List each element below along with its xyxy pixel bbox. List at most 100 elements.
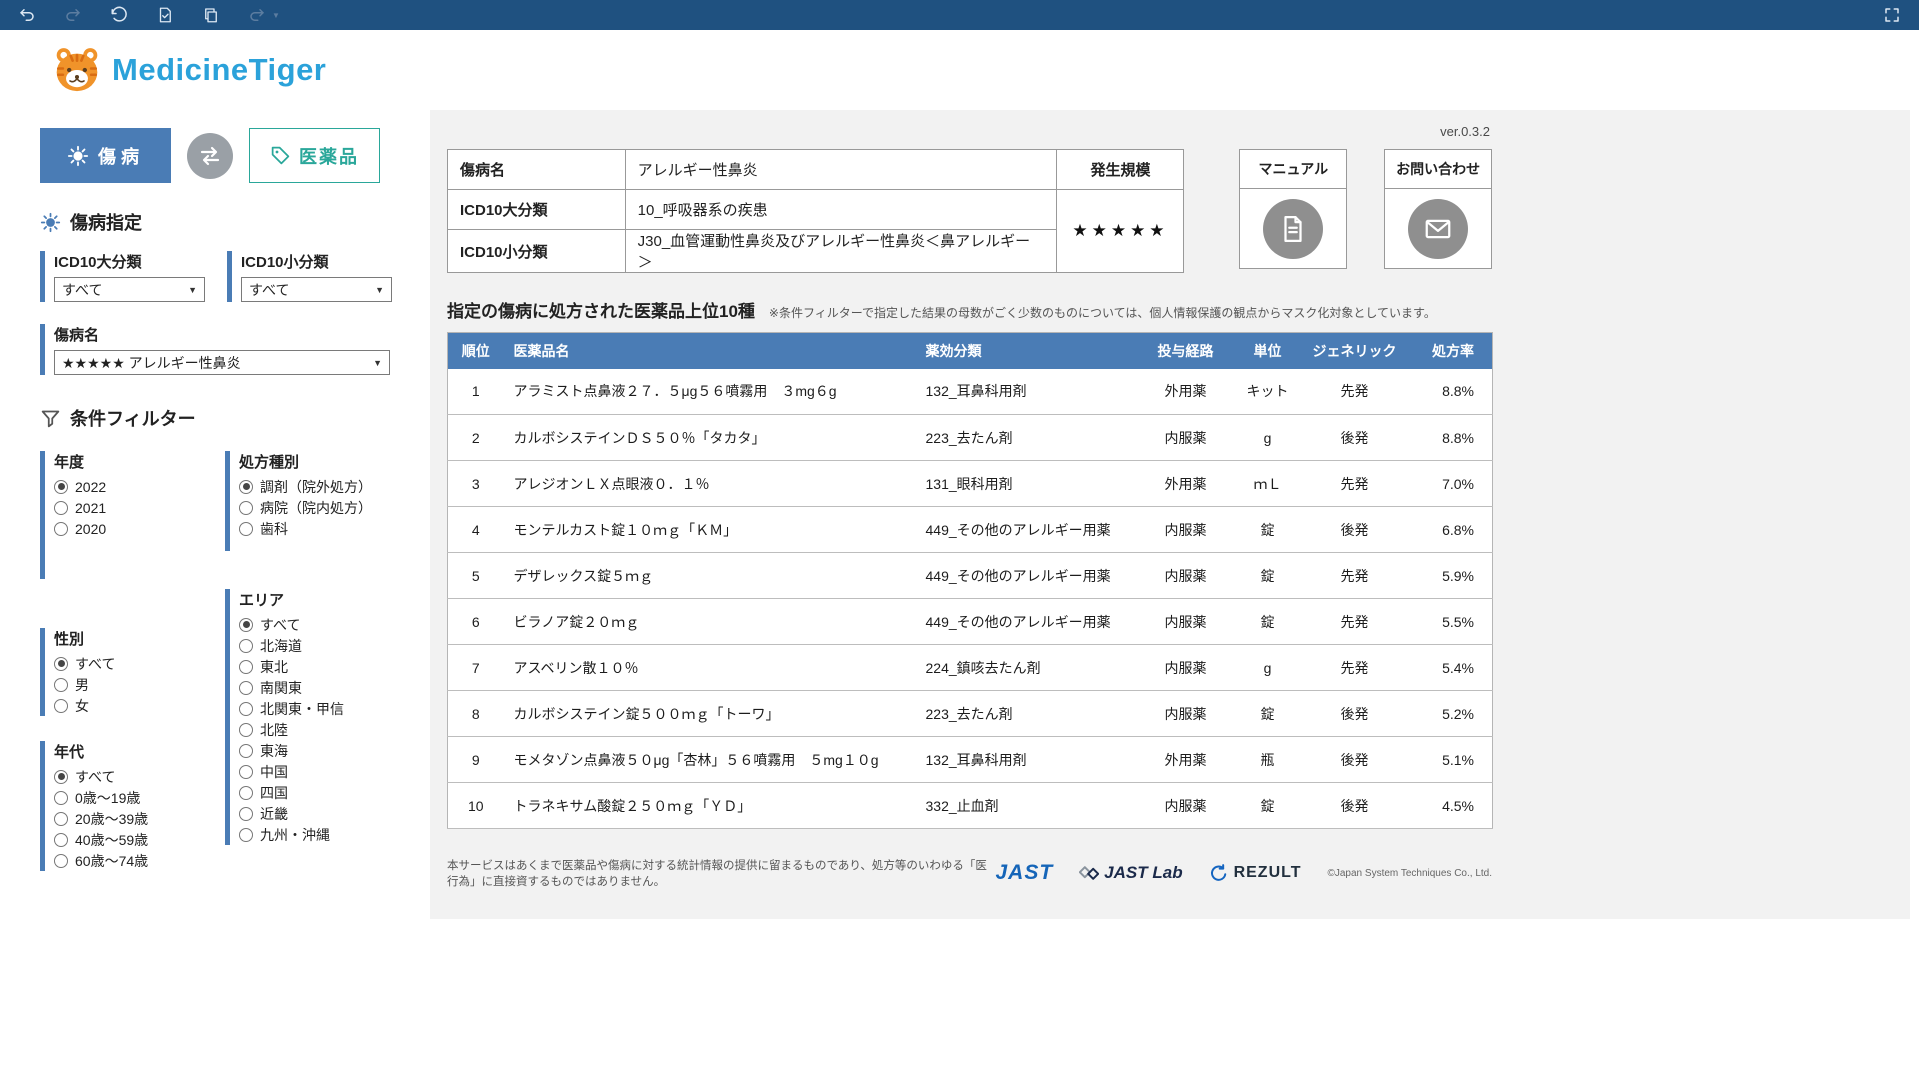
radio-option[interactable]: 近畿 (239, 803, 400, 824)
cell-efficacy-class: 131_眼科用剤 (916, 461, 1138, 507)
restore-page-icon[interactable] (154, 4, 176, 26)
radio-option[interactable]: 病院（院内処方） (239, 497, 400, 518)
radio-icon[interactable] (239, 480, 253, 494)
cell-efficacy-class: 449_その他のアレルギー用薬 (916, 507, 1138, 553)
manual-icon-circle (1263, 199, 1323, 259)
radio-option[interactable]: 南関東 (239, 677, 400, 698)
disease-name-select[interactable]: ★★★★★ アレルギー性鼻炎 ▼ (54, 350, 390, 375)
undo-history-icon[interactable] (108, 4, 130, 26)
radio-option[interactable]: 歯科 (239, 518, 400, 539)
radio-icon[interactable] (54, 522, 68, 536)
radio-option[interactable]: 東海 (239, 740, 400, 761)
radio-option[interactable]: 北陸 (239, 719, 400, 740)
app-toolbar: ▼ (0, 0, 1919, 30)
radio-option[interactable]: すべて (54, 766, 208, 787)
manual-button[interactable]: マニュアル (1239, 149, 1347, 269)
cell-generic: 先発 (1302, 461, 1408, 507)
undo-icon[interactable] (16, 4, 38, 26)
cell-rank: 5 (448, 553, 504, 599)
radio-label: すべて (260, 615, 300, 635)
medicine-mode-button[interactable]: 医薬品 (249, 128, 380, 183)
rezult-mark-icon (1209, 863, 1229, 883)
radio-icon[interactable] (239, 828, 253, 842)
radio-icon[interactable] (239, 786, 253, 800)
cell-unit: g (1234, 415, 1302, 461)
radio-icon[interactable] (239, 723, 253, 737)
table-row: 1アラミスト点鼻液２７．５μg５６噴霧用 ３mg６g132_耳鼻科用剤外用薬キッ… (448, 369, 1493, 415)
table-row: 2カルボシステインＤＳ５０％「タカタ」223_去たん剤内服薬g後発8.8% (448, 415, 1493, 461)
radio-option[interactable]: 2020 (54, 518, 208, 539)
contact-button[interactable]: お問い合わせ (1384, 149, 1492, 269)
logo-text: MedicineTiger (112, 52, 326, 88)
radio-icon[interactable] (239, 522, 253, 536)
radio-option[interactable]: 北海道 (239, 635, 400, 656)
radio-option[interactable]: 女 (54, 695, 208, 716)
radio-icon[interactable] (54, 699, 68, 713)
swap-mode-button[interactable] (187, 133, 233, 179)
radio-icon[interactable] (239, 765, 253, 779)
radio-icon[interactable] (54, 480, 68, 494)
icd10-minor-select[interactable]: すべて ▼ (241, 277, 392, 302)
radio-option[interactable]: 四国 (239, 782, 400, 803)
radio-option[interactable]: 中国 (239, 761, 400, 782)
medicine-ranking-table: 順位 医薬品名 薬効分類 投与経路 単位 ジェネリック 処方率 1アラミスト点鼻… (447, 332, 1493, 829)
radio-icon[interactable] (239, 807, 253, 821)
radio-icon[interactable] (239, 639, 253, 653)
radio-icon[interactable] (54, 812, 68, 826)
cell-unit: ｍＬ (1234, 461, 1302, 507)
cell-medicine-name: アレジオンＬＸ点眼液０．１％ (504, 461, 916, 507)
filter-columns: 年度202220212020性別すべて男女年代すべて0歳〜19歳20歳〜39歳4… (40, 451, 402, 871)
radio-icon[interactable] (239, 660, 253, 674)
cell-rank: 4 (448, 507, 504, 553)
radio-label: 2021 (75, 500, 106, 516)
radio-option[interactable]: 東北 (239, 656, 400, 677)
radio-icon[interactable] (54, 501, 68, 515)
radio-icon[interactable] (54, 678, 68, 692)
filter-group-label: 年度 (54, 451, 208, 472)
cell-medicine-name: トラネキサム酸錠２５０ｍｇ「ＹＤ」 (504, 783, 916, 829)
radio-icon[interactable] (54, 770, 68, 784)
radio-option[interactable]: すべて (239, 614, 400, 635)
document-icon (1278, 214, 1308, 244)
filter-heading: 条件フィルター (40, 405, 402, 431)
chevron-down-icon: ▼ (375, 285, 384, 295)
radio-icon[interactable] (54, 657, 68, 671)
radio-icon[interactable] (54, 833, 68, 847)
radio-icon[interactable] (239, 618, 253, 632)
radio-label: 東海 (260, 741, 288, 761)
mail-icon (1423, 214, 1453, 244)
radio-icon[interactable] (239, 501, 253, 515)
radio-icon[interactable] (239, 681, 253, 695)
radio-icon[interactable] (54, 854, 68, 868)
radio-option[interactable]: 20歳〜39歳 (54, 808, 208, 829)
radio-icon[interactable] (239, 702, 253, 716)
radio-option[interactable]: 調剤（院外処方） (239, 476, 400, 497)
radio-label: 歯科 (260, 519, 288, 539)
radio-label: すべて (75, 767, 115, 787)
radio-option[interactable]: 0歳〜19歳 (54, 787, 208, 808)
radio-option[interactable]: 男 (54, 674, 208, 695)
app-logo[interactable]: MedicineTiger (52, 45, 326, 95)
radio-icon[interactable] (54, 791, 68, 805)
cell-route: 内服薬 (1138, 599, 1234, 645)
radio-option[interactable]: 40歳〜59歳 (54, 829, 208, 850)
copy-page-icon[interactable] (200, 4, 222, 26)
cell-rate: 8.8% (1408, 369, 1493, 415)
radio-option[interactable]: 北関東・甲信 (239, 698, 400, 719)
radio-icon[interactable] (239, 744, 253, 758)
radio-option[interactable]: 60歳〜74歳 (54, 850, 208, 871)
icd10-major-label: ICD10大分類 (54, 251, 205, 272)
icd10-major-select[interactable]: すべて ▼ (54, 277, 205, 302)
radio-option[interactable]: 2021 (54, 497, 208, 518)
radio-label: 2020 (75, 521, 106, 537)
fullscreen-icon[interactable] (1881, 4, 1903, 26)
scale-stars: ★★★★★ (1057, 190, 1184, 273)
table-row: 4モンテルカスト錠１０ｍｇ「ＫＭ」449_その他のアレルギー用薬内服薬錠後発6.… (448, 507, 1493, 553)
radio-option[interactable]: すべて (54, 653, 208, 674)
cell-rank: 8 (448, 691, 504, 737)
redo-menu[interactable]: ▼ (246, 4, 280, 26)
radio-option[interactable]: 2022 (54, 476, 208, 497)
radio-option[interactable]: 九州・沖縄 (239, 824, 400, 845)
disease-mode-button[interactable]: 傷病 (40, 128, 171, 183)
radio-label: 2022 (75, 479, 106, 495)
